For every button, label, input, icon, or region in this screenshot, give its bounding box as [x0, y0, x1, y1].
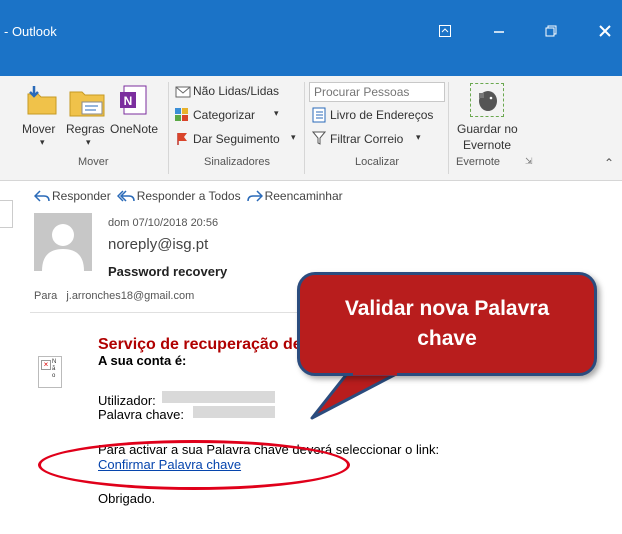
sender-avatar — [34, 213, 92, 271]
reply-icon — [34, 190, 50, 202]
move-label: Mover — [22, 122, 56, 136]
reply-button[interactable]: Responder — [34, 189, 111, 203]
save-evernote-label-2: Evernote — [463, 138, 512, 152]
forward-button[interactable]: Reencaminhar — [246, 189, 343, 203]
reply-all-icon — [116, 190, 135, 202]
dialog-launcher-icon[interactable]: ⇲ — [525, 156, 533, 167]
message-sender[interactable]: noreply@isg.pt — [108, 236, 208, 253]
recipient-address[interactable]: j.arronches18@gmail.com — [66, 290, 194, 302]
ribbon-display-icon — [439, 25, 451, 37]
close-icon — [599, 25, 611, 37]
password-label: Palavra chave: — [98, 407, 184, 422]
find-group-label: Localizar — [355, 156, 400, 168]
address-book-label: Livro de Endereços — [330, 108, 434, 122]
redacted-password — [193, 406, 275, 418]
minimize-button[interactable] — [484, 18, 514, 44]
categorize-label: Categorizar — [193, 108, 256, 122]
address-book-icon — [312, 107, 326, 123]
tags-group-label: Sinalizadores — [204, 156, 271, 168]
callout-bubble: Validar nova Palavra chave — [297, 272, 597, 376]
ribbon-display-options-button[interactable] — [430, 18, 460, 44]
evernote-elephant-icon — [479, 91, 497, 111]
rules-dropdown-icon[interactable]: ▾ — [86, 137, 91, 148]
callout-text: Validar nova Palavra chave — [344, 297, 550, 350]
search-people-input[interactable] — [309, 82, 445, 102]
message-date: dom 07/10/2018 20:56 — [108, 217, 219, 229]
reply-label: Responder — [52, 189, 111, 203]
group-divider — [304, 82, 305, 174]
reply-toolbar: Responder Responder a Todos Reencaminhar — [34, 189, 343, 203]
person-icon — [42, 224, 84, 271]
followup-dropdown-icon: ▾ — [291, 132, 296, 142]
window-title: - Outlook — [4, 24, 57, 39]
highlight-ellipse — [38, 440, 350, 490]
group-divider — [448, 82, 449, 174]
broken-image-icon: × Não — [38, 356, 62, 388]
forward-icon — [246, 190, 263, 202]
redacted-username — [162, 391, 275, 403]
save-evernote-label-1: Guardar no — [457, 122, 518, 136]
rules-icon — [69, 91, 105, 117]
svg-text:N: N — [124, 94, 133, 108]
account-line: A sua conta é: — [98, 353, 187, 368]
close-button[interactable] — [590, 18, 620, 44]
rules-label: Regras — [66, 122, 105, 136]
thanks-text: Obrigado. — [98, 491, 156, 506]
flag-icon — [177, 133, 187, 145]
restore-button[interactable] — [536, 18, 566, 44]
move-folder-icon — [27, 86, 57, 115]
move-group-label: Mover — [78, 156, 109, 168]
recipient-row: Para j.arronches18@gmail.com — [34, 290, 194, 302]
onenote-icon: N — [120, 85, 147, 115]
filter-dropdown-icon: ▾ — [416, 132, 421, 142]
onenote-label: OneNote — [110, 122, 159, 136]
reply-all-label: Responder a Todos — [136, 189, 241, 203]
restore-icon — [545, 25, 557, 37]
envelope-icon — [175, 86, 191, 98]
categorize-dropdown-icon: ▾ — [274, 108, 279, 118]
filter-email-label: Filtrar Correio — [330, 132, 404, 146]
minimize-icon — [494, 31, 504, 33]
forward-label: Reencaminhar — [264, 189, 343, 203]
user-label: Utilizador: — [98, 393, 156, 408]
title-bar: - Outlook — [0, 0, 622, 76]
message-subject: Password recovery — [108, 264, 228, 279]
reply-all-button[interactable]: Responder a Todos — [116, 189, 241, 203]
left-pane-edge — [0, 200, 13, 228]
evernote-group-label: Evernote — [456, 156, 501, 168]
group-divider — [168, 82, 169, 174]
unread-read-label: Não Lidas/Lidas — [193, 84, 280, 98]
to-label: Para — [34, 290, 58, 302]
collapse-ribbon-icon[interactable]: ⌃ — [604, 156, 614, 170]
filter-icon — [312, 131, 326, 145]
evernote-icon-frame — [470, 83, 504, 117]
categorize-icon — [175, 108, 188, 121]
move-dropdown-icon[interactable]: ▾ — [40, 137, 45, 148]
followup-label: Dar Seguimento — [193, 132, 280, 146]
